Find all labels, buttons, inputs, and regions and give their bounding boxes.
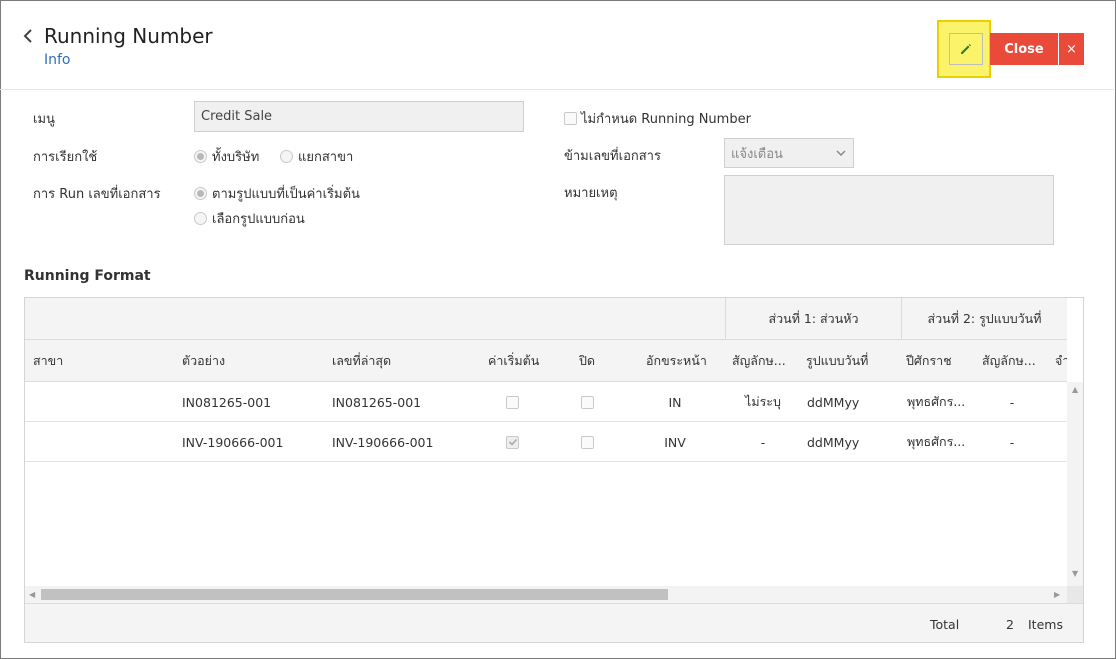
cell-prefix: INV bbox=[664, 434, 686, 450]
col-symbol1[interactable]: สัญลักษ... bbox=[732, 340, 800, 382]
skip-select[interactable]: แจ้งเตือน bbox=[724, 138, 854, 168]
page-header: Running Number Info Close × bbox=[0, 0, 1114, 90]
no-running-checkbox[interactable]: ไม่กำหนด Running Number bbox=[564, 108, 751, 129]
run-label: การ Run เลขที่เอกสาร bbox=[33, 187, 161, 202]
cell-branch bbox=[33, 422, 173, 462]
cell-latest: INV-190666-001 bbox=[332, 434, 434, 450]
skip-label: ข้ามเลขที่เอกสาร bbox=[564, 149, 661, 164]
cell-default-checkbox[interactable] bbox=[506, 382, 526, 422]
usage-radio-branch[interactable]: แยกสาขา bbox=[280, 146, 353, 167]
group-header-2: ส่วนที่ 2: รูปแบบวันที่ bbox=[901, 298, 1067, 340]
scroll-corner bbox=[1067, 586, 1083, 603]
scroll-down-icon[interactable]: ▼ bbox=[1072, 569, 1078, 578]
cell-symbol1: - bbox=[760, 434, 766, 450]
cell-example: INV-190666-001 bbox=[182, 434, 284, 450]
cell-prefix: IN bbox=[668, 394, 682, 410]
col-branch[interactable]: สาขา bbox=[33, 340, 173, 382]
col-latest[interactable]: เลขที่ล่าสุด bbox=[332, 340, 472, 382]
col-default[interactable]: ค่าเริ่มต้น bbox=[488, 340, 548, 382]
remark-textarea[interactable] bbox=[724, 175, 1054, 245]
cell-example: IN081265-001 bbox=[182, 394, 272, 410]
remark-label: หมายเหตุ bbox=[564, 186, 618, 201]
total-count: 2 bbox=[1006, 617, 1014, 632]
cell-closed-checkbox[interactable] bbox=[581, 422, 601, 462]
total-label: Total bbox=[930, 617, 960, 632]
scroll-left-icon[interactable]: ◀ bbox=[29, 590, 35, 599]
grid-column-header: สาขา ตัวอย่าง เลขที่ล่าสุด ค่าเริ่มต้น ป… bbox=[25, 340, 1067, 382]
table-row[interactable]: IN081265-001 IN081265-001 IN ไม่ระบุ ddM… bbox=[25, 382, 1067, 422]
radio-label: เลือกรูปแบบก่อน bbox=[212, 212, 305, 227]
close-x-button[interactable]: × bbox=[1059, 33, 1084, 65]
grid-group-header: ส่วนที่ 1: ส่วนหัว ส่วนที่ 2: รูปแบบวันท… bbox=[25, 298, 1067, 340]
cell-latest: IN081265-001 bbox=[332, 394, 422, 410]
cell-symbol2: - bbox=[1009, 394, 1015, 410]
chevron-down-icon bbox=[836, 150, 846, 157]
cell-era: พุทธศักร... bbox=[907, 394, 966, 409]
checkbox-icon bbox=[564, 112, 577, 125]
cell-date-format: ddMMyy bbox=[807, 394, 860, 410]
cell-symbol1: ไม่ระบุ bbox=[745, 394, 781, 409]
close-button[interactable]: Close bbox=[990, 33, 1058, 65]
running-format-grid: ส่วนที่ 1: ส่วนหัว ส่วนที่ 2: รูปแบบวันท… bbox=[24, 297, 1084, 643]
col-next[interactable]: จำ bbox=[1055, 340, 1067, 382]
skip-select-value: แจ้งเตือน bbox=[731, 146, 783, 162]
col-date-format[interactable]: รูปแบบวันที่ bbox=[806, 340, 896, 382]
radio-label: ตามรูปแบบที่เป็นค่าเริ่มต้น bbox=[212, 187, 360, 202]
table-row[interactable]: INV-190666-001 INV-190666-001 INV - ddMM… bbox=[25, 422, 1067, 462]
cell-default-checkbox[interactable] bbox=[506, 422, 526, 462]
cell-era: พุทธศักร... bbox=[907, 434, 966, 449]
check-icon bbox=[508, 438, 517, 446]
edit-button[interactable] bbox=[949, 33, 983, 65]
menu-label: เมนู bbox=[33, 112, 55, 127]
radio-icon bbox=[194, 150, 207, 163]
col-era[interactable]: ปีศักราช bbox=[906, 340, 976, 382]
cell-branch bbox=[33, 382, 173, 422]
cell-date-format: ddMMyy bbox=[807, 434, 860, 450]
back-chevron-icon[interactable] bbox=[22, 26, 36, 46]
run-radio-default[interactable]: ตามรูปแบบที่เป็นค่าเริ่มต้น bbox=[194, 183, 360, 204]
usage-radio-company[interactable]: ทั้งบริษัท bbox=[194, 146, 259, 167]
pencil-icon bbox=[961, 44, 971, 54]
cell-symbol2: - bbox=[1009, 434, 1015, 450]
section-title: Running Format bbox=[24, 268, 151, 284]
cell-closed-checkbox[interactable] bbox=[581, 382, 601, 422]
radio-label: ทั้งบริษัท bbox=[212, 150, 260, 165]
grid-footer: Total 2 Items bbox=[25, 603, 1083, 642]
scroll-right-icon[interactable]: ▶ bbox=[1054, 590, 1060, 599]
items-label: Items bbox=[1028, 617, 1063, 632]
radio-icon bbox=[194, 212, 207, 225]
radio-icon bbox=[280, 150, 293, 163]
col-prefix[interactable]: อักขระหน้า bbox=[646, 340, 721, 382]
page-subtitle: Info bbox=[44, 52, 71, 68]
scroll-up-icon[interactable]: ▲ bbox=[1072, 385, 1078, 394]
col-closed[interactable]: ปิด bbox=[579, 340, 619, 382]
scroll-thumb[interactable] bbox=[41, 589, 668, 600]
col-example[interactable]: ตัวอย่าง bbox=[182, 340, 322, 382]
radio-icon bbox=[194, 187, 207, 200]
menu-input[interactable]: Credit Sale bbox=[194, 101, 524, 132]
page-title: Running Number bbox=[44, 24, 213, 48]
run-radio-choose[interactable]: เลือกรูปแบบก่อน bbox=[194, 208, 305, 229]
vertical-scrollbar[interactable]: ▲ ▼ bbox=[1067, 382, 1083, 602]
radio-label: แยกสาขา bbox=[298, 150, 354, 165]
group-header-1: ส่วนที่ 1: ส่วนหัว bbox=[725, 298, 901, 340]
horizontal-scrollbar[interactable]: ◀ ▶ bbox=[25, 586, 1067, 603]
usage-label: การเรียกใช้ bbox=[33, 150, 98, 165]
col-symbol2[interactable]: สัญลักษ... bbox=[982, 340, 1042, 382]
checkbox-label: ไม่กำหนด Running Number bbox=[581, 112, 751, 127]
